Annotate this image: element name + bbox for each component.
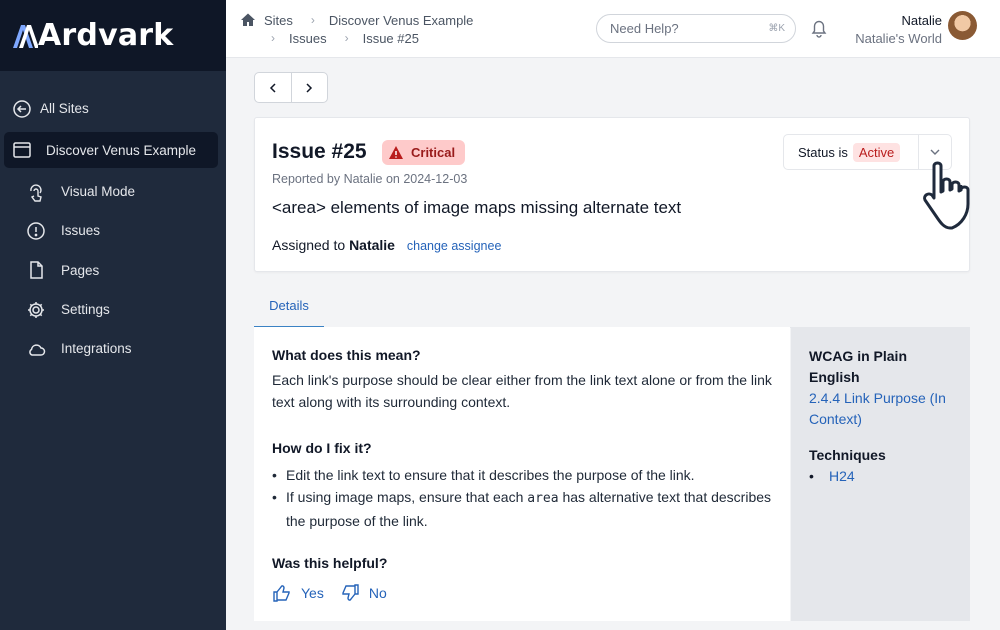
sidebar-item-label: All Sites — [40, 101, 89, 116]
techniques-section: Techniques H24 — [809, 445, 959, 487]
issue-description: <area> elements of image maps missing al… — [272, 198, 682, 217]
sidebar-item-visual-mode[interactable]: Visual Mode — [0, 172, 226, 211]
assignment: Assigned to Natalie change assignee — [272, 237, 501, 253]
change-assignee-link[interactable]: change assignee — [407, 239, 502, 253]
sidebar-item-issues[interactable]: Issues — [0, 211, 226, 250]
user-org: Natalie's World — [855, 31, 942, 46]
cloud-icon — [26, 339, 46, 359]
alert-circle-icon — [26, 221, 46, 241]
breadcrumb-sites[interactable]: Sites — [264, 13, 293, 28]
shortcut-hint: ⌘K — [768, 23, 785, 34]
status-badge: Active — [852, 142, 901, 162]
touch-icon — [26, 182, 46, 202]
issue-title: Issue #25 — [272, 140, 367, 163]
chevron-left-icon — [269, 82, 276, 93]
status-display[interactable]: Status is Active — [784, 142, 918, 162]
issue-card: Issue #25 Critical Reported by Natalie o… — [254, 117, 970, 272]
sidebar-item-all-sites[interactable]: All Sites — [12, 91, 226, 126]
sidebar-item-label: Settings — [61, 302, 110, 318]
helpful-heading: Was this helpful? — [272, 555, 388, 571]
sidebar-item-label: Pages — [61, 262, 100, 278]
chevron-right-icon: › — [344, 31, 349, 45]
breadcrumb-current: Issue #25 — [362, 30, 419, 46]
chevron-down-icon — [930, 149, 940, 155]
thumbs-up-icon — [273, 585, 290, 602]
issue-pager — [254, 72, 328, 103]
home-icon — [241, 13, 255, 26]
top-header: Sites › Discover Venus Example › Issues … — [226, 0, 1000, 58]
wcag-heading: WCAG in Plain English — [809, 348, 907, 385]
fix-heading: How do I fix it? — [272, 440, 372, 456]
user-name: Natalie — [901, 13, 942, 28]
assigned-prefix: Assigned to — [272, 237, 346, 253]
code-area: area — [527, 491, 559, 506]
previous-issue-button[interactable] — [255, 73, 291, 102]
chevron-right-icon: › — [271, 31, 275, 45]
breadcrumb-issues[interactable]: Issues — [289, 31, 327, 46]
yes-button[interactable]: Yes — [272, 583, 324, 603]
thumbs-down-icon — [342, 584, 359, 601]
chevron-right-icon: › — [310, 13, 315, 27]
sidebar: Ardvark All Sites Discover Venus Example… — [0, 0, 226, 630]
bell-icon[interactable] — [808, 17, 830, 39]
browser-window-icon — [12, 140, 32, 160]
page-icon — [26, 260, 46, 280]
sidebar-item-integrations[interactable]: Integrations — [0, 329, 226, 368]
logo-bar: Ardvark — [0, 0, 226, 71]
meaning-section: What does this mean? Each link's purpose… — [272, 347, 772, 413]
warning-triangle-icon — [389, 145, 403, 159]
avatar[interactable] — [948, 11, 977, 40]
logo-mark-icon — [13, 24, 38, 48]
user-menu[interactable]: Natalie Natalie's World — [855, 12, 942, 48]
meaning-text: Each link's purpose should be clear eith… — [272, 372, 772, 410]
yes-label: Yes — [301, 585, 324, 601]
meaning-heading: What does this mean? — [272, 347, 421, 363]
assignee-name: Natalie — [349, 237, 395, 253]
list-item: If using image maps, ensure that each ar… — [272, 486, 772, 532]
reference-panel: WCAG in Plain English 2.4.4 Link Purpose… — [791, 327, 970, 621]
sidebar-item-label: Integrations — [61, 341, 132, 357]
logo[interactable]: Ardvark — [12, 18, 173, 53]
list-item: Edit the link text to ensure that it des… — [272, 464, 772, 486]
sidebar-item-label: Visual Mode — [61, 184, 136, 200]
breadcrumb-site[interactable]: Discover Venus Example — [329, 13, 474, 28]
next-issue-button[interactable] — [290, 73, 328, 102]
sidebar-item-site[interactable]: Discover Venus Example — [4, 132, 218, 168]
logo-text: Ardvark — [38, 18, 174, 53]
help-placeholder: Need Help? — [610, 21, 679, 36]
help-search-button[interactable]: Need Help? ⌘K — [596, 14, 796, 43]
no-label: No — [368, 585, 387, 601]
feedback-buttons: Yes No — [272, 583, 772, 603]
feedback-section: Was this helpful? Yes No — [272, 555, 772, 603]
technique-link[interactable]: H24 — [809, 466, 959, 487]
sidebar-nav: All Sites Discover Venus Example Visual … — [0, 71, 226, 368]
techniques-heading: Techniques — [809, 447, 886, 463]
fix-list: Edit the link text to ensure that it des… — [272, 464, 772, 532]
issue-tabs: Details — [254, 285, 970, 328]
fix-text-pre: If using image maps, ensure that each — [286, 489, 528, 505]
reported-by: Reported by Natalie on 2024-12-03 — [272, 172, 468, 186]
sidebar-item-settings[interactable]: Settings — [0, 290, 226, 329]
sidebar-item-pages[interactable]: Pages — [0, 251, 226, 290]
gear-icon — [26, 300, 46, 320]
details-panel: What does this mean? Each link's purpose… — [254, 327, 790, 621]
wcag-link[interactable]: 2.4.4 Link Purpose (In Context) — [809, 388, 959, 430]
tab-details[interactable]: Details — [254, 285, 324, 328]
severity-label: Critical — [411, 145, 456, 160]
sidebar-item-label: Discover Venus Example — [46, 142, 197, 158]
hand-pointer-icon — [923, 161, 970, 230]
severity-badge: Critical — [382, 140, 466, 165]
status-prefix: Status is — [798, 144, 848, 160]
arrow-left-circle-icon — [12, 99, 32, 119]
no-button[interactable]: No — [340, 583, 387, 603]
techniques-list: H24 — [809, 466, 959, 487]
chevron-right-icon — [306, 82, 313, 93]
fix-section: How do I fix it? Edit the link text to e… — [272, 440, 772, 532]
wcag-section: WCAG in Plain English 2.4.4 Link Purpose… — [809, 346, 959, 430]
sidebar-item-label: Issues — [61, 223, 101, 239]
breadcrumb: Sites › Discover Venus Example › Issues … — [240, 11, 473, 47]
